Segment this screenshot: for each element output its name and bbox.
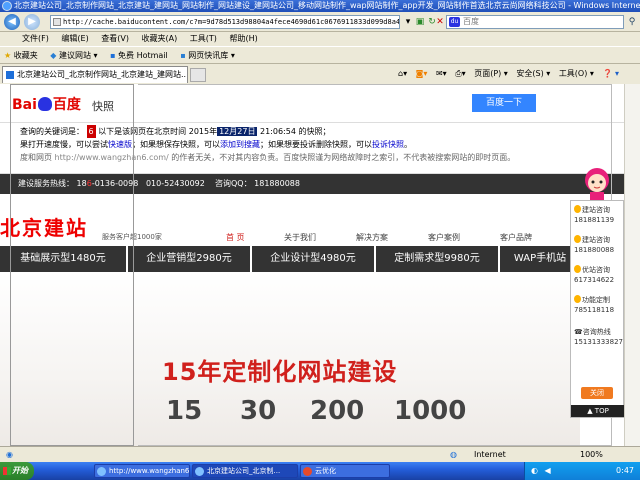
menu-bar: 文件(F) 编辑(E) 查看(V) 收藏夹(A) 工具(T) 帮助(H) — [0, 32, 640, 46]
system-tray: ◐ ◀ 0:47 — [524, 462, 640, 480]
compat-view-icon[interactable]: ▣ — [414, 16, 426, 28]
start-button[interactable]: 开始 — [0, 462, 34, 480]
home-icon[interactable]: ⌂▾ — [398, 69, 407, 78]
security-zone: Internet — [474, 450, 506, 459]
page-content: Bai 百度 快照 百度一下 查询的关键词是： 6 以下是该网页在北京时间 201… — [0, 84, 640, 446]
url-dropdown-icon[interactable]: ▾ — [402, 16, 414, 28]
favorites-button[interactable]: 收藏夹 — [14, 51, 38, 60]
menu-help[interactable]: 帮助(H) — [229, 34, 257, 43]
tools-menu[interactable]: 工具(O) ▾ — [559, 69, 594, 78]
print-icon[interactable]: ⎙▾ — [455, 69, 465, 78]
window-title: 北京建站公司_北京制作网站_北京建站_建网站_网站制作_网站建设_建网站公司_移… — [14, 1, 640, 10]
taskbar-item[interactable]: 云优化 — [300, 464, 390, 478]
forward-button[interactable]: ▶ — [24, 14, 40, 30]
new-tab-button[interactable] — [190, 68, 206, 82]
zoom-level[interactable]: 100% — [580, 447, 603, 462]
qq-icon — [574, 265, 581, 273]
taskbar: 开始 http://www.wangzhan6.com_... 北京建站公司_北… — [0, 462, 640, 480]
mail-icon[interactable]: ✉▾ — [436, 69, 447, 78]
search-placeholder: 百度 — [463, 17, 479, 26]
qq-close-button[interactable]: 关闭 — [581, 387, 613, 399]
globe-icon: ◍ — [450, 450, 457, 459]
qq-icon — [574, 205, 581, 213]
feeds-icon[interactable]: ◙▾ — [416, 69, 428, 78]
selection-frame-left — [10, 84, 134, 446]
qq-contact-item[interactable]: 建站咨询 181880088 — [574, 235, 622, 255]
menu-view[interactable]: 查看(V) — [101, 34, 129, 43]
taskbar-item[interactable]: 北京建站公司_北京制... — [192, 464, 298, 478]
search-input[interactable]: du 百度 — [446, 15, 624, 29]
favorite-hotmail[interactable]: 免费 Hotmail — [118, 51, 168, 60]
command-bar: ⌂▾ ◙▾ ✉▾ ⎙▾ 页面(P) ▾ 安全(S) ▾ 工具(O) ▾ ❓ ▾ — [394, 64, 640, 84]
page-icon — [53, 18, 61, 26]
tab-favicon-icon — [6, 71, 14, 79]
page-menu[interactable]: 页面(P) ▾ — [474, 69, 508, 78]
qq-icon — [574, 295, 581, 303]
phone-icon: ☎ — [574, 328, 583, 336]
windows-flag-icon — [3, 467, 11, 475]
qq-contact-item[interactable]: 功能定制 785118118 — [574, 295, 622, 315]
menu-tools[interactable]: 工具(T) — [190, 34, 217, 43]
volume-icon[interactable]: ◀ — [545, 466, 551, 475]
favorite-web-slice-gallery[interactable]: 网页快讯库 ▾ — [188, 51, 235, 60]
vertical-scrollbar[interactable] — [624, 84, 640, 446]
help-menu[interactable]: ❓ ▾ — [602, 69, 619, 78]
search-go-icon[interactable]: ⚲ — [626, 16, 638, 28]
ie-icon — [97, 467, 106, 476]
menu-file[interactable]: 文件(F) — [22, 34, 49, 43]
star-icon: ★ — [4, 51, 12, 60]
tray-icon[interactable]: ◐ — [531, 466, 538, 475]
ie-icon — [195, 467, 204, 476]
selection-frame-right — [138, 84, 612, 446]
page-status-icon: ◉ — [6, 450, 13, 459]
favorite-suggested-sites[interactable]: 建议网站 ▾ — [59, 51, 98, 60]
baidu-search-provider-icon: du — [449, 17, 460, 27]
menu-edit[interactable]: 编辑(E) — [61, 34, 88, 43]
qq-hotline: ☎咨询热线 15131333827 — [574, 328, 623, 346]
address-toolbar: ◀ ▶ http://cache.baiducontent.com/c?m=9d… — [0, 12, 640, 32]
window-title-bar: 北京建站公司_北京制作网站_北京建站_建网站_网站制作_网站建设_建网站公司_移… — [0, 0, 640, 12]
app-icon — [303, 467, 312, 476]
qq-chat-widget: 建站咨询 181881139 建站咨询 181880088 优站咨询 61731462… — [570, 200, 625, 418]
qq-icon — [574, 235, 581, 243]
web-slice-icon: ▪ — [180, 51, 186, 60]
taskbar-item[interactable]: http://www.wangzhan6.com_... — [94, 464, 190, 478]
favorites-bar: ★ 收藏夹 ◆ 建议网站 ▾ ▪ 免费 Hotmail ▪ 网页快讯库 ▾ — [0, 46, 640, 64]
tab-title: 北京建站公司_北京制作网站_北京建站_建网站... — [17, 70, 188, 79]
url-text: http://cache.baiducontent.com/c?m=9d78d5… — [63, 18, 400, 26]
safety-menu[interactable]: 安全(S) ▾ — [516, 69, 550, 78]
status-bar: ◉ ◍ Internet 100% — [0, 446, 640, 462]
browser-tab[interactable]: 北京建站公司_北京制作网站_北京建站_建网站... — [2, 66, 188, 83]
ie-logo-icon — [2, 1, 12, 11]
hotmail-icon: ▪ — [110, 51, 116, 60]
qq-contact-item[interactable]: 建站咨询 181881139 — [574, 205, 622, 225]
suggested-sites-icon: ◆ — [50, 51, 57, 60]
menu-favorites[interactable]: 收藏夹(A) — [142, 34, 178, 43]
qq-contact-item[interactable]: 优站咨询 617314622 — [574, 265, 622, 285]
mascot-girl-icon — [585, 168, 609, 200]
back-button[interactable]: ◀ — [4, 14, 20, 30]
url-input[interactable]: http://cache.baiducontent.com/c?m=9d78d5… — [50, 15, 400, 29]
stop-icon[interactable]: ✕ — [434, 16, 446, 28]
back-to-top-button[interactable]: ▲ TOP — [571, 405, 625, 417]
clock: 0:47 — [616, 466, 634, 475]
